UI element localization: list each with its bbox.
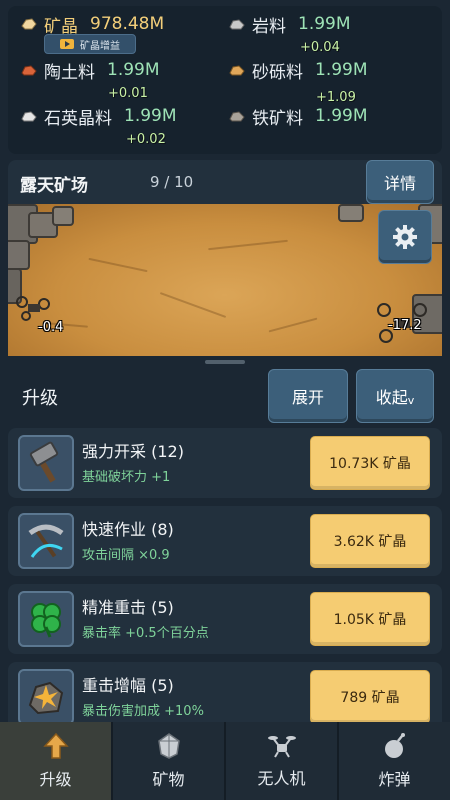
buy-upgrade-button[interactable]: 3.62K 矿晶 [310, 514, 430, 568]
tab-bombs[interactable]: 炸弹 [339, 722, 450, 800]
expand-button[interactable]: 展开 [268, 369, 348, 423]
tab-label: 矿物 [152, 770, 185, 789]
upgrade-desc: 基础破坏力 +1 [82, 470, 171, 485]
buy-upgrade-button[interactable]: 1.05K 矿晶 [310, 592, 430, 646]
upgrade-icon-box [18, 513, 74, 569]
upgrade-name: 精准重击 (5) [82, 598, 174, 617]
upgrade-name: 重击增幅 (5) [82, 676, 174, 695]
crystal-icon [21, 18, 37, 30]
rock-ore-icon [229, 19, 245, 30]
damage-number: -0.4 [38, 320, 64, 335]
resource-gravel: 砂砾料 1.99M [228, 58, 368, 83]
gravel-ore-icon [229, 65, 245, 76]
bomb-icon [384, 733, 405, 758]
tab-label: 炸弹 [378, 770, 411, 789]
resource-iron: 铁矿料 1.99M [228, 104, 368, 129]
upgrade-name: 强力开采 (12) [82, 442, 184, 461]
upgrade-desc: 暴击率 +0.5个百分点 [82, 626, 209, 641]
upgrade-row: 强力开采 (12) 基础破坏力 +1 10.73K 矿晶 [8, 428, 442, 498]
collapse-label: 收起 [375, 388, 408, 407]
resource-delta: +0.04 [300, 40, 340, 55]
resource-name: 岩料 [252, 16, 286, 37]
tab-label: 升级 [39, 770, 72, 789]
boulder [8, 240, 30, 270]
upgrade-row: 快速作业 (8) 攻击间隔 ×0.9 3.62K 矿晶 [8, 506, 442, 576]
tab-label: 无人机 [257, 769, 306, 788]
drag-handle[interactable] [205, 360, 245, 364]
arrow-up-icon [42, 732, 69, 759]
resource-delta: +1.09 [316, 90, 356, 105]
resource-value: 1.99M [107, 60, 160, 80]
resource-crystal: 矿晶 978.48M [20, 12, 165, 37]
clover-icon [31, 603, 61, 638]
boost-label: 矿晶增益 [80, 40, 120, 52]
resource-name: 陶土料 [44, 62, 95, 83]
resource-name: 铁矿料 [252, 108, 303, 129]
upgrade-icon-box [18, 669, 74, 725]
clay-ore-icon [21, 65, 37, 76]
upgrade-icon-box [18, 591, 74, 647]
quartz-ore-icon [21, 111, 37, 122]
tab-upgrade[interactable]: 升级 [0, 722, 113, 800]
damage-number: -17.2 [388, 318, 422, 333]
gear-icon [393, 225, 417, 249]
mine-count: 9 / 10 [150, 173, 194, 191]
resource-value: 1.99M [124, 106, 177, 126]
upgrade-desc: 攻击间隔 ×0.9 [82, 548, 170, 563]
settings-button[interactable] [378, 210, 432, 264]
resource-name: 石英晶料 [44, 108, 112, 129]
resource-delta: +0.02 [126, 132, 166, 147]
video-play-icon [60, 39, 74, 49]
tab-drones[interactable]: 无人机 [226, 722, 339, 800]
tab-minerals[interactable]: 矿物 [113, 722, 226, 800]
resource-clay: 陶土料 1.99M [20, 58, 160, 83]
boulder [338, 204, 364, 222]
drone-icon [267, 736, 296, 758]
bottom-nav: 升级 矿物 无人机 炸弹 [0, 722, 450, 800]
upgrade-icon-box [18, 435, 74, 491]
resource-name: 矿晶 [44, 16, 78, 37]
resource-value: 978.48M [90, 14, 165, 34]
buy-upgrade-button[interactable]: 10.73K 矿晶 [310, 436, 430, 490]
collapse-button[interactable]: 收起 v [356, 369, 434, 423]
rock-burst-icon [28, 681, 64, 715]
upgrade-desc: 暴击伤害加成 +10% [82, 704, 204, 719]
resource-value: 1.99M [298, 14, 351, 34]
resource-quartz: 石英晶料 1.99M [20, 104, 177, 129]
resource-value: 1.99M [315, 106, 368, 126]
buy-upgrade-button[interactable]: 789 矿晶 [310, 670, 430, 724]
upgrade-row: 精准重击 (5) 暴击率 +0.5个百分点 1.05K 矿晶 [8, 584, 442, 654]
chevron-down-icon: v [407, 393, 415, 407]
resource-value: 1.99M [315, 60, 368, 80]
pickaxe-icon [28, 524, 64, 558]
mineral-icon [157, 733, 180, 759]
hammer-icon [29, 441, 59, 483]
upgrade-name: 快速作业 (8) [82, 520, 174, 539]
resource-delta: +0.01 [108, 86, 148, 101]
resource-name: 砂砾料 [252, 62, 303, 83]
mine-title: 露天矿场 [20, 176, 88, 196]
resource-rock: 岩料 1.99M [228, 12, 351, 37]
upgrades-title: 升级 [22, 388, 58, 409]
mine-scene[interactable]: -0.4 -17.2 [8, 204, 442, 356]
crystal-boost-button[interactable]: 矿晶增益 [44, 34, 136, 54]
iron-ore-icon [229, 111, 245, 122]
details-button[interactable]: 详情 [366, 160, 434, 204]
boulder [52, 206, 74, 226]
